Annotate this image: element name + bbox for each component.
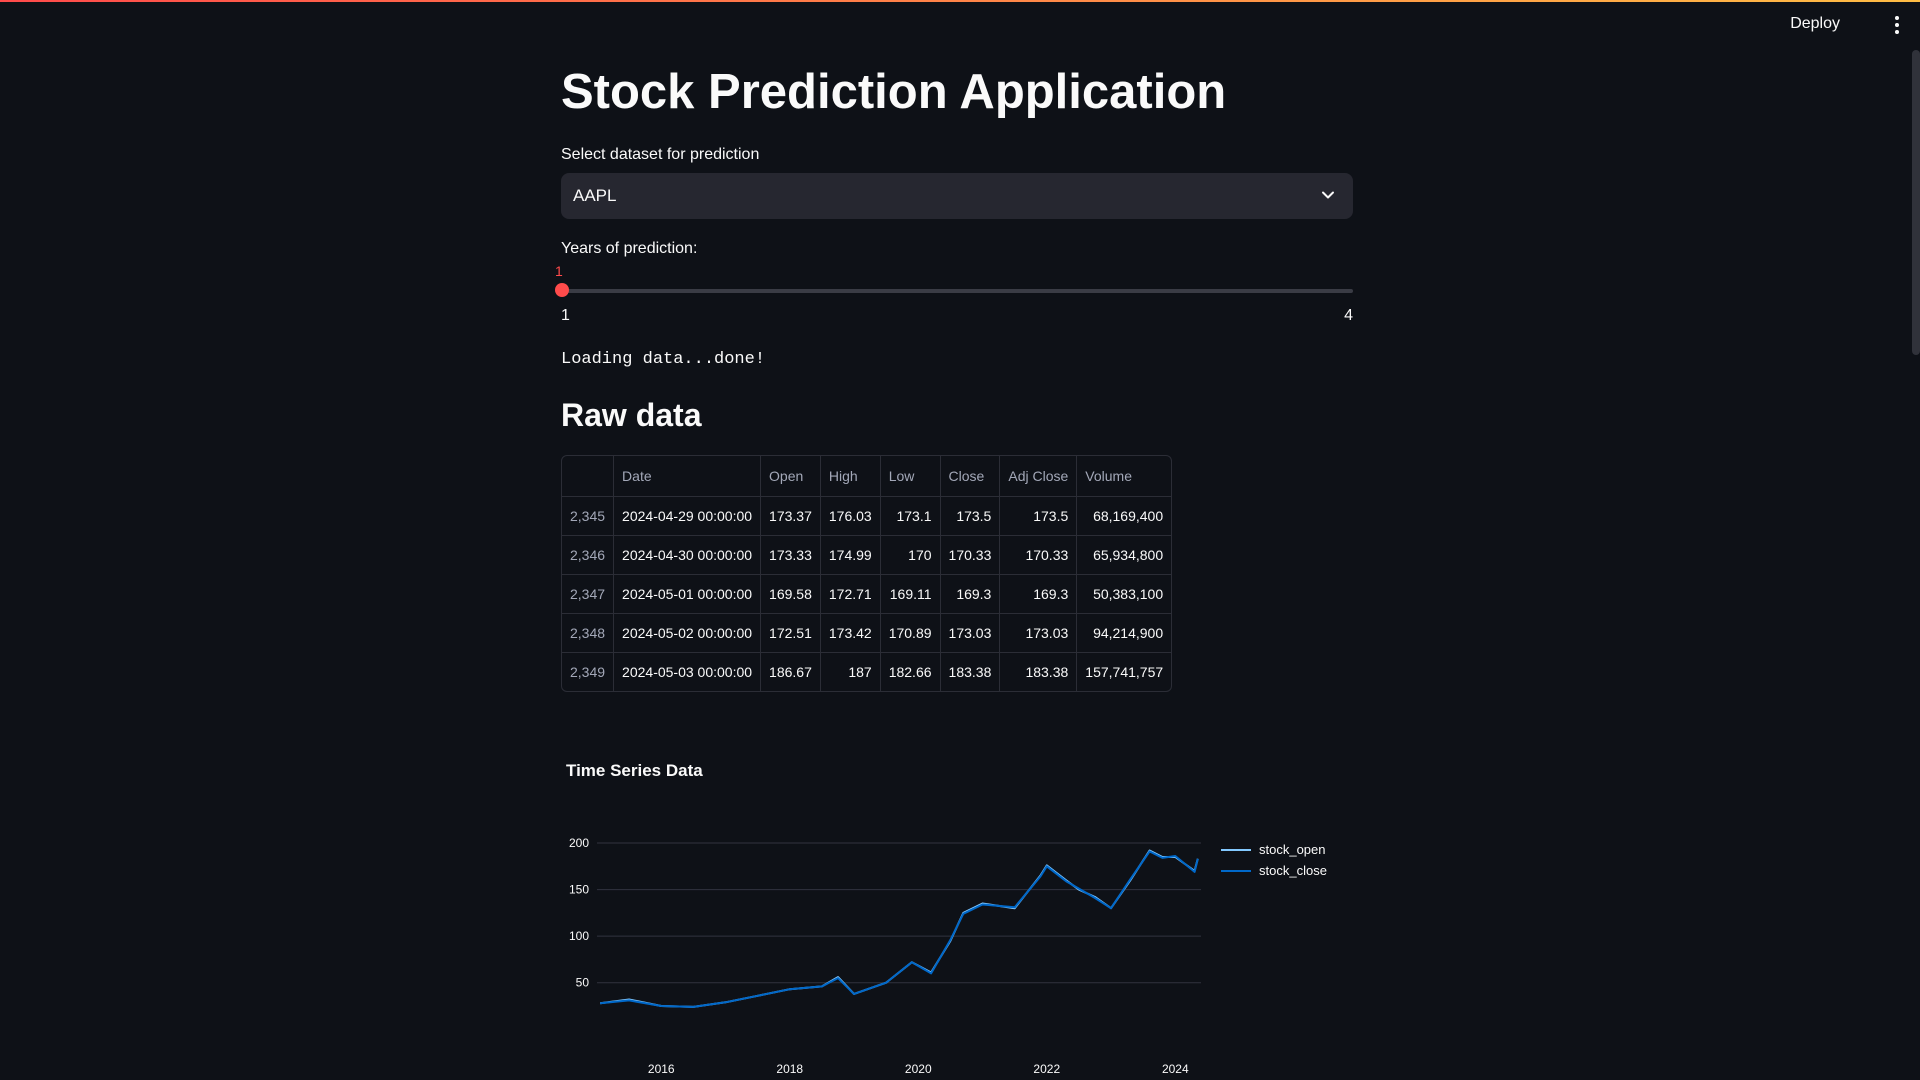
column-header[interactable] <box>562 456 615 497</box>
slider-min-label: 1 <box>561 307 570 324</box>
table-cell: 170 <box>880 535 941 575</box>
scrollbar[interactable] <box>1912 50 1920 355</box>
select-label: Select dataset for prediction <box>561 146 760 163</box>
top-accent-bar <box>0 0 1920 2</box>
table-cell: 172.51 <box>760 613 821 653</box>
row-index: 2,348 <box>562 613 615 653</box>
raw-data-table[interactable]: Date Open High Low Close Adj Close Volume 2,34… <box>561 455 1173 692</box>
table-row[interactable]: 2,349 2024-05-03 00:00:00 186.67 187 182.66 1… <box>562 652 1171 691</box>
y-tick-label: 150 <box>569 883 589 897</box>
row-index: 2,347 <box>562 574 615 614</box>
slider-label: Years of prediction: <box>561 240 698 257</box>
table-cell: 173.5 <box>999 496 1078 536</box>
y-tick-label: 50 <box>576 976 590 990</box>
table-row[interactable]: 2,348 2024-05-02 00:00:00 172.51 173.42 170.… <box>562 613 1172 653</box>
table-cell: 2024-05-01 00:00:00 <box>613 574 762 614</box>
time-series-chart[interactable]: 50 100 150 200 2016 2018 2020 2022 2024 stock_ope… <box>547 820 1367 1080</box>
table-cell: 170.33 <box>999 535 1078 575</box>
table-cell: 65,934,800 <box>1076 535 1172 575</box>
table-cell: 2024-05-02 00:00:00 <box>613 613 762 653</box>
y-tick-label: 200 <box>569 836 589 850</box>
column-header[interactable]: Open <box>760 456 821 497</box>
table-cell: 183.38 <box>999 652 1078 691</box>
y-tick-label: 100 <box>569 929 589 943</box>
column-header[interactable]: Close <box>940 456 1001 497</box>
years-slider-track[interactable] <box>561 289 1353 293</box>
table-cell: 173.03 <box>999 613 1078 653</box>
years-slider-thumb[interactable] <box>555 283 569 297</box>
table-cell: 169.11 <box>880 574 941 614</box>
table-cell: 176.03 <box>820 496 881 536</box>
column-header[interactable]: Low <box>880 456 941 497</box>
more-menu-icon[interactable] <box>1894 16 1900 34</box>
legend-label[interactable]: stock_close <box>1259 863 1327 878</box>
row-index: 2,349 <box>562 652 615 691</box>
table-cell: 173.42 <box>820 613 881 653</box>
table-row[interactable]: 2,345 2024-04-29 00:00:00 173.37 176.03 173.… <box>562 496 1172 536</box>
chevron-down-icon <box>1322 191 1334 199</box>
table-cell: 169.3 <box>999 574 1078 614</box>
table-cell: 169.3 <box>940 574 1001 614</box>
column-header[interactable]: High <box>820 456 881 497</box>
select-value: AAPL <box>573 186 617 205</box>
table-cell: 94,214,900 <box>1076 613 1172 653</box>
table-cell: 182.66 <box>880 652 941 691</box>
section-heading: Raw data <box>561 397 702 433</box>
status-text: Loading data...done! <box>561 350 766 369</box>
column-header[interactable]: Volume <box>1076 456 1172 497</box>
table-cell: 157,741,757 <box>1085 664 1164 680</box>
x-tick-label: 2022 <box>1033 1062 1060 1076</box>
page-title: Stock Prediction Application <box>561 65 1227 119</box>
series-line-stock_close[interactable] <box>600 850 1199 1008</box>
table-cell: 173.37 <box>760 496 821 536</box>
table-cell: 174.99 <box>820 535 881 575</box>
table-cell: 50,383,100 <box>1076 574 1172 614</box>
series-line-stock_open[interactable] <box>600 849 1199 1008</box>
column-header[interactable]: Adj Close <box>999 456 1078 497</box>
table-row[interactable]: 2,346 2024-04-30 00:00:00 173.33 174.99 170 1… <box>562 535 1172 575</box>
legend-label[interactable]: stock_open <box>1259 842 1326 857</box>
x-tick-label: 2024 <box>1162 1062 1189 1076</box>
deploy-button[interactable]: Deploy <box>1790 15 1840 33</box>
table-cell: 172.71 <box>820 574 881 614</box>
table-cell: 2024-05-03 00:00:00 <box>613 652 762 691</box>
table-cell: 186.67 <box>760 652 821 691</box>
table-cell: 68,169,400 <box>1076 496 1172 536</box>
table-cell: 170.89 <box>880 613 941 653</box>
table-header-row: Date Open High Low Close Adj Close Volume <box>562 456 1172 497</box>
row-index: 2,345 <box>562 496 615 536</box>
chart-title: Time Series Data <box>566 761 703 780</box>
x-tick-label: 2016 <box>648 1062 675 1076</box>
table-cell: 2024-04-29 00:00:00 <box>613 496 762 536</box>
table-cell: 2024-04-30 00:00:00 <box>613 535 762 575</box>
table-cell: 170.33 <box>940 535 1001 575</box>
dataset-select[interactable]: AAPL <box>561 173 1353 219</box>
slider-current-value: 1 <box>555 263 563 279</box>
table-cell: 183.38 <box>940 652 1001 691</box>
slider-max-label: 4 <box>1344 307 1353 324</box>
table-cell: 173.03 <box>940 613 1001 653</box>
table-cell: 173.1 <box>880 496 941 536</box>
table-cell: 173.5 <box>940 496 1001 536</box>
row-index: 2,346 <box>562 535 615 575</box>
x-tick-label: 2018 <box>776 1062 803 1076</box>
table-cell: 187 <box>820 652 881 691</box>
column-header[interactable]: Date <box>613 456 762 497</box>
table-row[interactable]: 2,347 2024-05-01 00:00:00 169.58 172.71 169.… <box>562 574 1172 614</box>
table-cell: 173.33 <box>760 535 821 575</box>
x-tick-label: 2020 <box>905 1062 932 1076</box>
table-cell: 169.58 <box>760 574 821 614</box>
